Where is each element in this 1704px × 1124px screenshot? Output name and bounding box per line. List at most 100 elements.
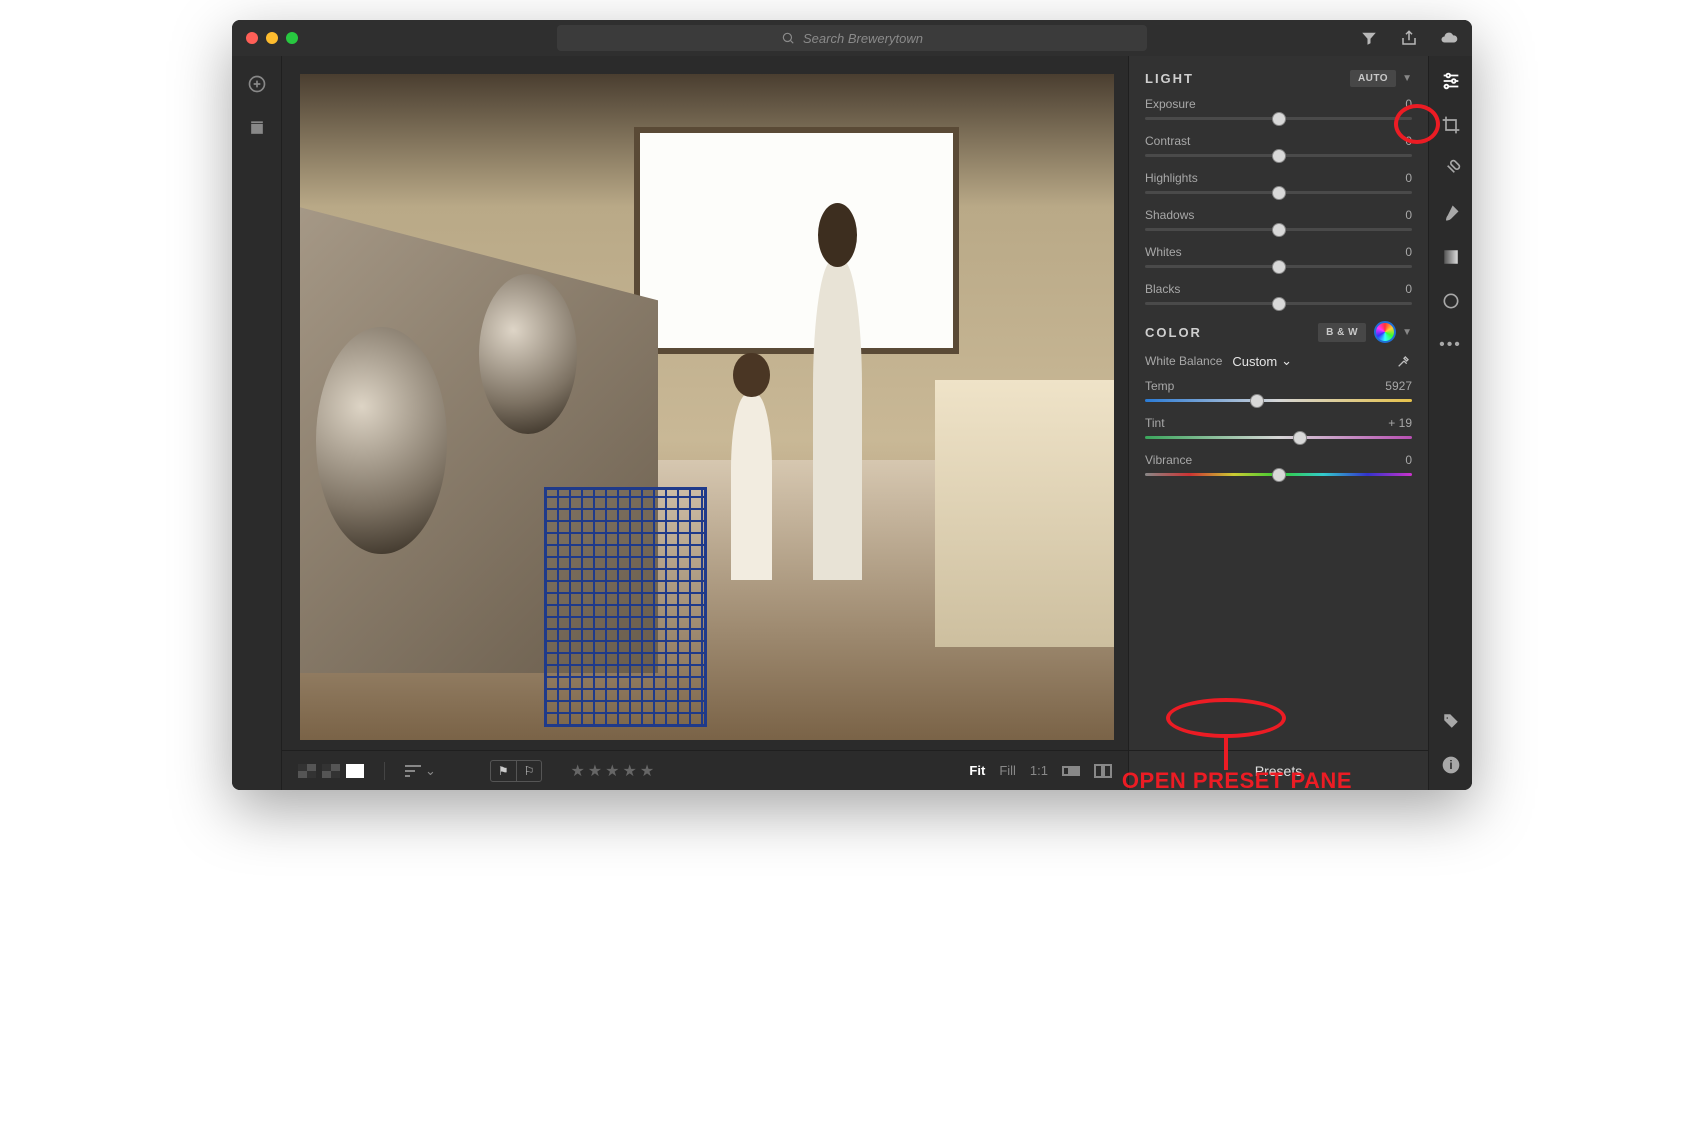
slider-blacks[interactable]: Blacks 0 [1145,282,1412,305]
slider-value: 0 [1405,453,1412,467]
more-icon[interactable]: ••• [1440,334,1462,356]
zoom-fill-button[interactable]: Fill [999,763,1016,778]
slider-label: Highlights [1145,171,1198,185]
filmstrip-toggle-icon[interactable] [1062,764,1080,778]
edit-sliders-icon[interactable] [1440,70,1462,92]
slider-label: Whites [1145,245,1182,259]
filter-icon[interactable] [1360,29,1378,47]
linear-gradient-icon[interactable] [1440,246,1462,268]
flag-pick-icon[interactable]: ⚑ [491,761,516,781]
healing-brush-icon[interactable] [1440,158,1462,180]
cloud-sync-icon[interactable] [1440,29,1458,47]
slider-whites[interactable]: Whites0 [1145,245,1412,268]
chevron-down-icon[interactable]: ▼ [1402,327,1412,338]
slider-label: Exposure [1145,97,1196,111]
crop-icon[interactable] [1440,114,1462,136]
star-icon[interactable]: ★ [640,761,654,781]
slider-track[interactable] [1145,191,1412,194]
info-icon[interactable]: i [1440,754,1462,776]
slider-label: Shadows [1145,208,1194,222]
star-icon[interactable]: ★ [622,761,636,781]
left-sidebar [232,56,282,790]
star-icon[interactable]: ★ [605,761,619,781]
slider-knob[interactable] [1272,112,1286,126]
grid-view-button[interactable] [298,764,316,778]
window-controls [246,32,298,44]
slider-value: 5927 [1385,379,1412,393]
color-title: COLOR [1145,325,1202,340]
slider-track[interactable] [1145,302,1412,305]
slider-contrast[interactable]: Contrast0 [1145,134,1412,157]
slider-track[interactable] [1145,117,1412,120]
zoom-1to1-button[interactable]: 1:1 [1030,763,1048,778]
add-photos-icon[interactable] [247,74,267,94]
color-mixer-icon[interactable] [1374,321,1396,343]
rating-filter[interactable]: ★ ★ ★ ★ ★ [570,761,654,781]
tag-icon[interactable] [1440,710,1462,732]
sort-menu[interactable]: ⌄ [405,763,436,779]
slider-knob[interactable] [1272,186,1286,200]
light-section-header[interactable]: LIGHT AUTO ▼ [1145,70,1412,87]
bottom-toolbar: ⌄ ⚑ ⚐ ★ ★ ★ ★ ★ Fit Fill 1:1 [282,750,1128,790]
slider-shadows[interactable]: Shadows0 [1145,208,1412,231]
slider-highlights[interactable]: Highlights 0 [1145,171,1412,194]
app-window: Search Brewerytown [232,20,1472,790]
white-balance-label: White Balance [1145,354,1222,368]
slider-label: Tint [1145,416,1165,430]
brush-icon[interactable] [1440,202,1462,224]
slider-knob[interactable] [1272,223,1286,237]
slider-track[interactable] [1145,228,1412,231]
radial-gradient-icon[interactable] [1440,290,1462,312]
search-input[interactable]: Search Brewerytown [557,25,1147,51]
star-icon[interactable]: ★ [588,761,602,781]
slider-tint[interactable]: Tint + 19 [1145,416,1412,439]
slider-label: Blacks [1145,282,1180,296]
slider-temp[interactable]: Temp 5927 [1145,379,1412,402]
center-area: ⌄ ⚑ ⚐ ★ ★ ★ ★ ★ Fit Fill 1:1 [282,56,1128,790]
presets-button[interactable]: Presets [1129,750,1428,790]
slider-value: 0 [1405,282,1412,296]
chevron-down-icon[interactable]: ▼ [1402,73,1412,84]
slider-value: + 19 [1388,416,1412,430]
slider-knob[interactable] [1293,431,1307,445]
my-photos-icon[interactable] [247,118,267,138]
slider-track[interactable] [1145,473,1412,476]
tool-strip: ••• i [1428,56,1472,790]
slider-track[interactable] [1145,436,1412,439]
close-window-button[interactable] [246,32,258,44]
slider-value: 0 [1405,171,1412,185]
slider-exposure[interactable]: Exposure0 [1145,97,1412,120]
slider-knob[interactable] [1250,394,1264,408]
slider-vibrance[interactable]: Vibrance0 [1145,453,1412,476]
slider-track[interactable] [1145,265,1412,268]
slider-knob[interactable] [1272,297,1286,311]
search-icon [781,31,795,45]
slider-track[interactable] [1145,154,1412,157]
flag-reject-icon[interactable]: ⚐ [516,761,542,781]
auto-button[interactable]: AUTO [1350,70,1396,87]
presets-label: Presets [1255,763,1302,779]
bw-button[interactable]: B & W [1318,323,1366,342]
zoom-fit-button[interactable]: Fit [969,763,985,778]
chevron-down-icon: ⌄ [1281,353,1292,369]
fullscreen-window-button[interactable] [286,32,298,44]
minimize-window-button[interactable] [266,32,278,44]
eyedropper-icon[interactable] [1396,353,1412,369]
color-section-header[interactable]: COLOR B & W ▼ [1145,321,1412,343]
svg-text:i: i [1449,759,1452,772]
slider-knob[interactable] [1272,260,1286,274]
slider-label: Temp [1145,379,1174,393]
slider-knob[interactable] [1272,149,1286,163]
photo-canvas[interactable] [300,74,1114,740]
light-title: LIGHT [1145,71,1194,86]
share-icon[interactable] [1400,29,1418,47]
slider-track[interactable] [1145,399,1412,402]
star-icon[interactable]: ★ [570,761,584,781]
single-view-button[interactable] [346,764,364,778]
white-balance-select[interactable]: Custom⌄ [1232,353,1292,369]
chevron-down-icon: ⌄ [425,763,436,779]
flag-filter[interactable]: ⚑ ⚐ [490,760,543,782]
square-grid-button[interactable] [322,764,340,778]
compare-toggle-icon[interactable] [1094,764,1112,778]
slider-knob[interactable] [1272,468,1286,482]
